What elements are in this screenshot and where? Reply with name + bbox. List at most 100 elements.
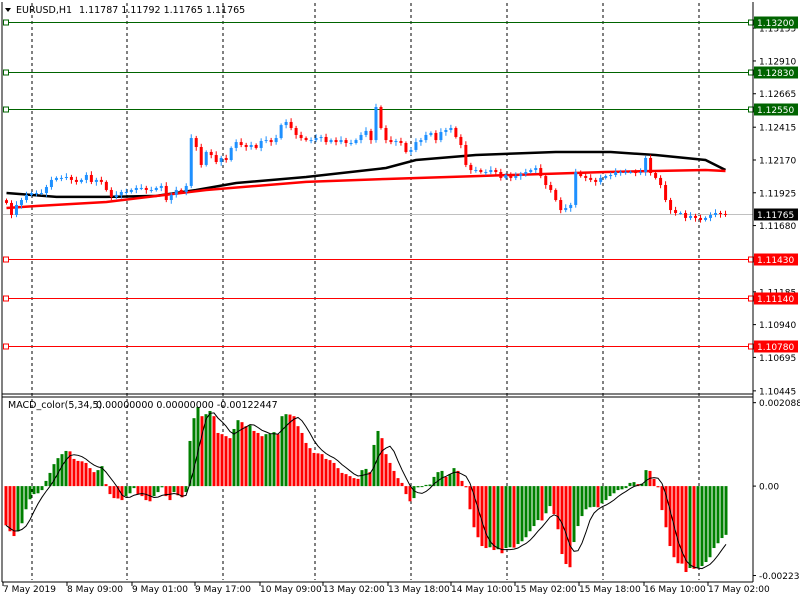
bear-candle [144, 187, 148, 190]
macd-bar-down [668, 486, 672, 547]
macd-bar-up [628, 482, 632, 487]
macd-bar-down [80, 461, 84, 487]
bull-candle [444, 130, 448, 133]
chart-window[interactable]: 0.00208830.00-0.002238 1.131551.129101.1… [0, 0, 800, 600]
macd-bar-down [276, 434, 280, 487]
level-price-label: 1.10780 [757, 343, 794, 353]
macd-bar-up [580, 486, 584, 517]
bull-candle [364, 130, 368, 135]
bear-candle [539, 168, 543, 177]
bull-candle [349, 142, 353, 144]
macd-bar-up [248, 425, 252, 487]
bear-candle [299, 134, 303, 139]
bull-candle [114, 194, 118, 197]
macd-bar-down [392, 470, 396, 487]
level-anchor-handle [3, 69, 9, 76]
level-price-label: 1.11140 [757, 295, 794, 305]
bull-candle [229, 147, 233, 160]
bull-candle [159, 185, 163, 188]
level-anchor-handle [3, 343, 9, 350]
slow-moving-average [6, 150, 727, 199]
macd-bar-up [264, 434, 268, 487]
macd-bar-down [676, 486, 680, 564]
bear-candle [464, 145, 468, 165]
macd-bar-up [208, 410, 212, 487]
macd-bar-down [656, 486, 660, 488]
macd-bar-up [236, 420, 240, 487]
time-tick-label: 15 May 18:00 [579, 585, 641, 595]
bear-candle [634, 172, 638, 174]
bear-candle [404, 142, 408, 152]
price-tick-label: 1.10695 [759, 354, 796, 364]
macd-bar-up [620, 486, 624, 490]
bear-candle [724, 213, 728, 215]
macd-bar-down [304, 442, 308, 487]
macd-bar-up [612, 486, 616, 494]
price-tick-label: 1.12170 [759, 156, 796, 166]
macd-bar-down [380, 438, 384, 487]
macd-bar-down [468, 486, 472, 510]
bull-candle [704, 217, 708, 220]
bear-candle [554, 189, 558, 201]
macd-bar-up [704, 486, 708, 563]
bear-candle [294, 128, 298, 135]
bull-candle [359, 134, 363, 141]
bull-candle [34, 193, 38, 195]
macd-bar-down [652, 478, 656, 487]
bull-candle [174, 189, 178, 195]
macd-tick-label: -0.002238 [759, 572, 800, 582]
bear-candle [589, 177, 593, 180]
time-tick-label: 7 May 2019 [3, 585, 56, 595]
bull-candle [134, 187, 138, 190]
bull-candle [709, 214, 713, 218]
macd-bar-up [720, 486, 724, 539]
macd-bar-down [308, 448, 312, 487]
macd-bar-up [604, 486, 608, 501]
macd-tick-label: 0.0020883 [759, 399, 800, 409]
macd-bar-up [544, 486, 548, 514]
macd-bar-up [688, 486, 692, 569]
macd-bar-up [428, 484, 432, 487]
bear-candle [694, 215, 698, 218]
macd-bar-down [252, 430, 256, 487]
bull-candle [309, 140, 313, 142]
bull-candle [264, 140, 268, 142]
macd-bar-up [36, 486, 40, 494]
macd-bar-down [320, 454, 324, 487]
bear-candle [69, 176, 73, 180]
bear-candle [324, 136, 328, 143]
macd-bar-up [520, 486, 524, 542]
macd-bar-up [504, 486, 508, 549]
bear-candle [684, 212, 688, 218]
macd-bar-down [444, 476, 448, 487]
bull-candle [149, 189, 153, 191]
macd-bar-down [148, 486, 152, 502]
macd-bar-down [168, 486, 172, 501]
macd-bar-down [556, 486, 560, 530]
bull-candle [354, 140, 358, 143]
macd-bar-up [708, 486, 712, 558]
bull-candle [249, 145, 253, 148]
macd-bar-down [76, 460, 80, 487]
bear-candle [389, 140, 393, 143]
macd-bar-up [516, 486, 520, 545]
horizontal-levels[interactable] [3, 19, 754, 350]
bull-candle [534, 168, 538, 171]
bull-candle [189, 138, 193, 186]
dropdown-triangle-icon[interactable] [5, 8, 11, 12]
bull-candle [619, 172, 623, 174]
macd-bar-up [712, 486, 716, 549]
macd-bar-up [632, 482, 636, 487]
bull-candle [329, 140, 333, 143]
macd-bar-down [484, 486, 488, 549]
time-tick-label: 8 May 09:00 [67, 585, 123, 595]
bear-candle [469, 164, 473, 171]
macd-bar-down [300, 432, 304, 487]
macd-bar-up [436, 472, 440, 487]
macd-bar-down [228, 438, 232, 487]
macd-bar-up [280, 416, 284, 487]
chart-header: EURUSD,H1 1.11787 1.11792 1.11765 1.1176… [5, 5, 278, 411]
macd-bar-up [424, 484, 428, 487]
bull-candle [394, 140, 398, 143]
macd-bar-down [336, 468, 340, 487]
